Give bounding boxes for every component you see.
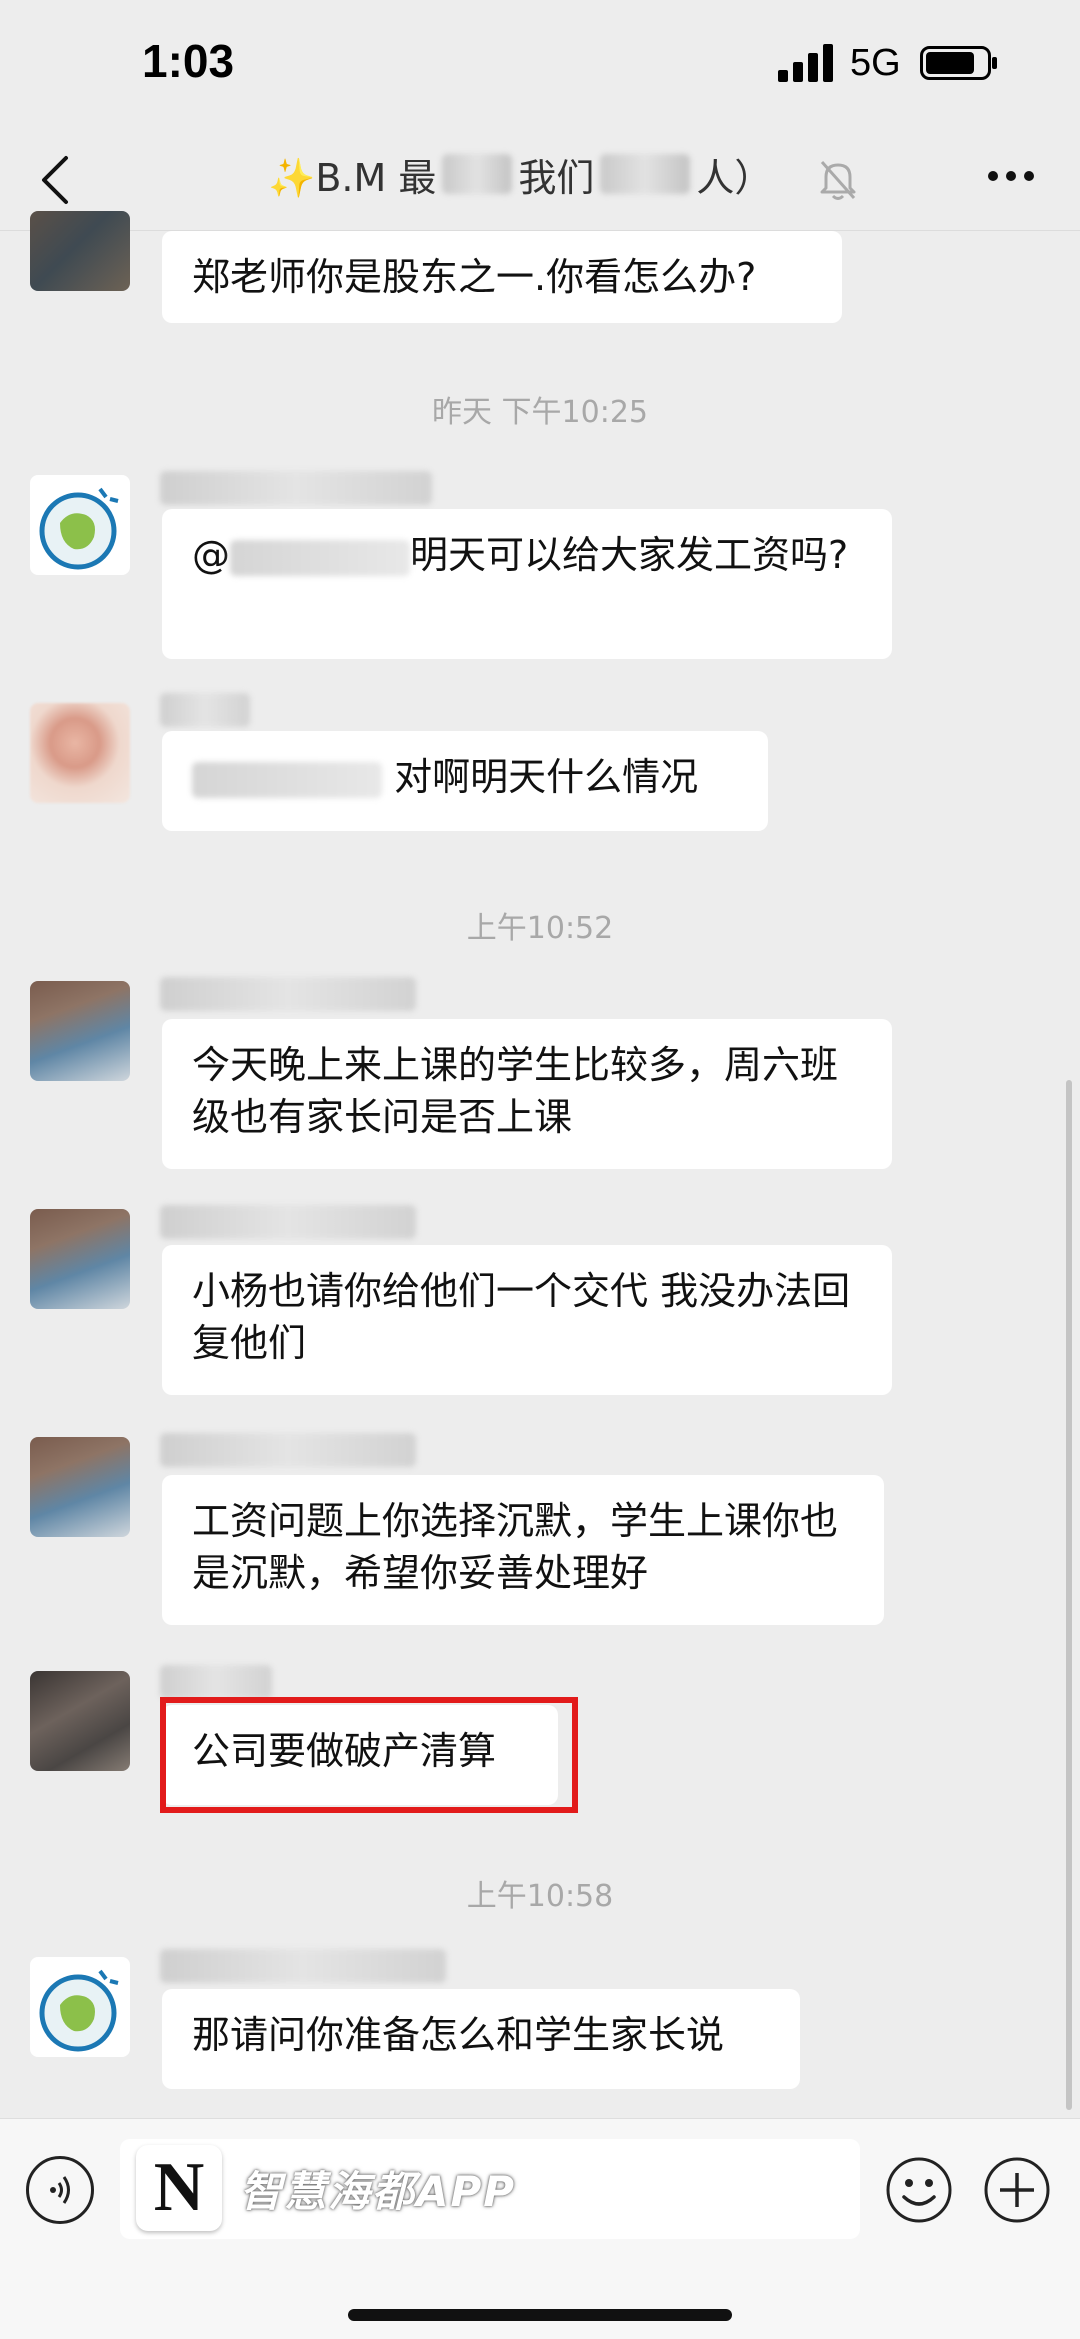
time-divider: 昨天 下午10:25 [432,395,648,430]
watermark-text: 智慧海都APP [240,2166,517,2216]
sender-name [160,1665,272,1699]
highlight-box [160,1697,578,1813]
sender-name [160,1433,416,1467]
message-bubble[interactable]: 对啊明天什么情况 [162,731,768,831]
globe-logo-icon [39,487,119,570]
mention-prefix: @ [192,533,230,577]
message-text: 那请问你准备怎么和学生家长说 [192,2013,725,2057]
avatar[interactable] [30,703,130,803]
message-text: 明天可以给大家发工资吗? [410,533,849,577]
time-divider: 上午10:58 [466,1879,614,1914]
time-divider: 上午10:52 [466,911,614,946]
message-bubble[interactable]: 工资问题上你选择沉默，学生上课你也是沉默，希望你妥善处理好 [162,1475,884,1625]
chat-title-mid: 我们 [518,155,595,200]
message-text: 今天晚上来上课的学生比较多，周六班级也有家长问是否上课 [192,1043,839,1139]
avatar[interactable] [30,475,130,575]
chat-title: ✨B.M 最 我们 人） [268,146,808,202]
sender-name [160,471,432,505]
scrollbar[interactable] [1066,1080,1072,2110]
battery-icon [920,46,997,80]
avatar[interactable] [30,981,130,1081]
voice-input-button[interactable] [26,2156,94,2224]
avatar[interactable] [30,1437,130,1537]
avatar[interactable] [30,1209,130,1309]
sender-name [160,693,250,727]
message-bubble[interactable]: 小杨也请你给他们一个交代 我没办法回复他们 [162,1245,892,1395]
voice-icon [50,2176,70,2204]
avatar[interactable] [30,1671,130,1771]
signal-icon [778,44,833,82]
redacted-text [600,154,691,194]
chat-header: ✨B.M 最 我们 人） [0,130,1080,231]
message-bubble[interactable]: 那请问你准备怎么和学生家长说 [162,1989,800,2089]
redacted-text [442,154,513,194]
status-time: 1:03 [142,35,235,87]
emoji-icon[interactable] [884,2155,954,2225]
sender-name [160,977,416,1011]
network-label: 5G [850,42,901,84]
mute-bell-icon [820,161,856,200]
globe-logo-icon [39,1969,119,2052]
redacted-mention [192,761,382,798]
chat-title-suffix: 人） [696,155,773,200]
sender-name [160,1949,446,1983]
chat-title-prefix: ✨B.M 最 [268,155,437,200]
watermark: N 智慧海都APP [136,2145,516,2231]
message-text: 郑老师你是股东之一.你看怎么办? [192,255,757,299]
message-text: 小杨也请你给他们一个交代 我没办法回复他们 [192,1269,851,1365]
home-indicator[interactable] [348,2309,732,2321]
back-arrow-icon[interactable] [36,150,76,210]
message-bubble[interactable]: @ 明天可以给大家发工资吗? [162,509,892,659]
avatar[interactable] [30,211,130,291]
status-bar: 1:03 5G [0,0,1080,130]
message-text: 对啊明天什么情况 [394,755,699,799]
message-bubble[interactable]: 今天晚上来上课的学生比较多，周六班级也有家长问是否上课 [162,1019,892,1169]
watermark-logo: N [136,2145,222,2231]
redacted-mention [230,539,410,576]
avatar[interactable] [30,1957,130,2057]
sender-name [160,1205,416,1239]
message-text: 工资问题上你选择沉默，学生上课你也是沉默，希望你妥善处理好 [192,1499,839,1595]
input-bar: N 智慧海都APP [0,2118,1080,2339]
more-options-icon[interactable] [986,168,1036,184]
plus-icon[interactable] [982,2155,1052,2225]
message-list[interactable]: 郑老师你是股东之一.你看怎么办? 昨天 下午10:25 @ 明天可以给大家发工资吗… [0,211,1080,2111]
message-bubble[interactable]: 郑老师你是股东之一.你看怎么办? [162,231,842,323]
